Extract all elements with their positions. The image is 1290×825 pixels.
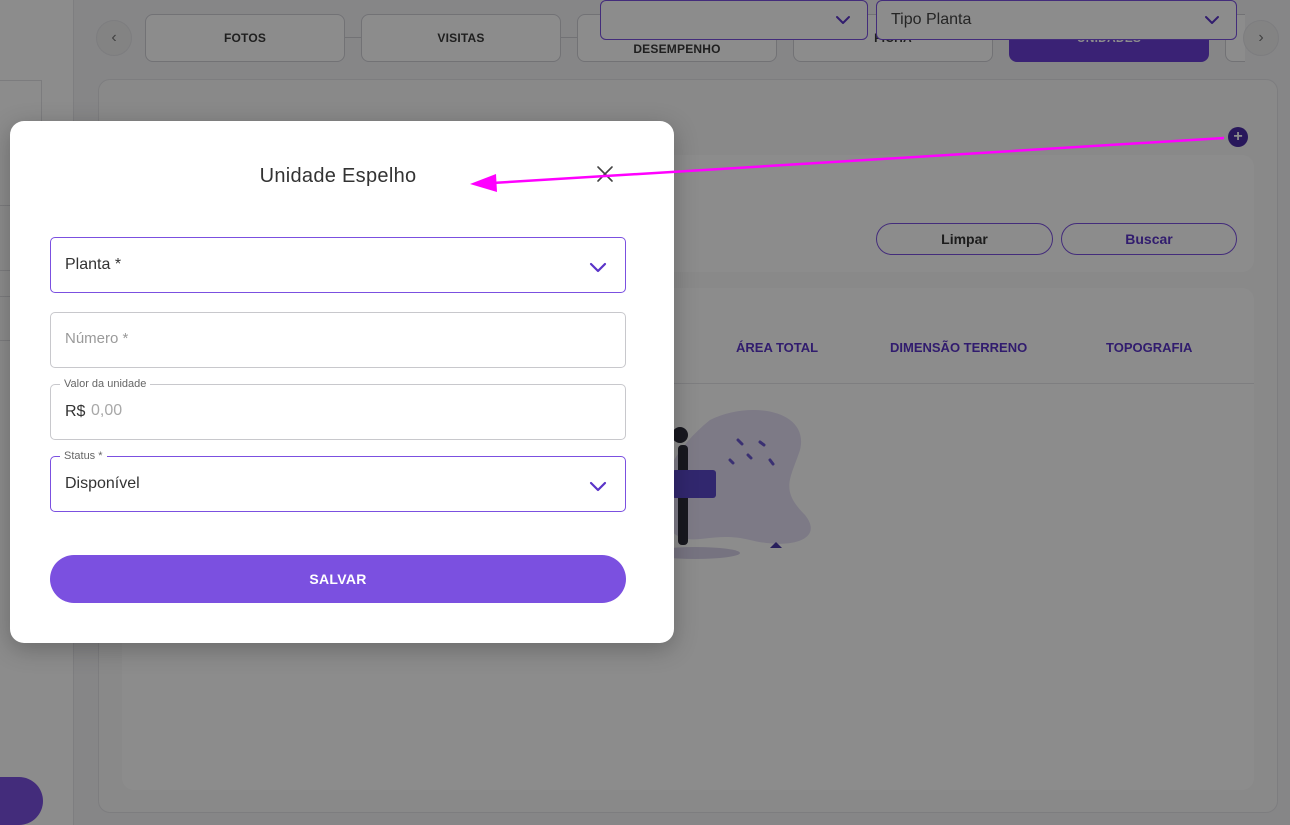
close-icon[interactable] (594, 163, 616, 185)
planta-select[interactable]: Planta * (50, 237, 626, 293)
valor-legend: Valor da unidade (60, 377, 151, 391)
chevron-down-icon (589, 262, 607, 273)
status-select[interactable]: Status * Disponível (50, 449, 626, 512)
numero-input[interactable] (65, 330, 605, 347)
valor-input[interactable] (91, 402, 391, 420)
valor-field: Valor da unidade R$ (50, 377, 626, 440)
save-button[interactable]: SALVAR (50, 555, 626, 603)
unidade-espelho-modal: Unidade Espelho Planta * Valor da unidad… (10, 121, 674, 643)
status-value: Disponível (65, 475, 140, 492)
currency-prefix: R$ (65, 403, 86, 420)
modal-title: Unidade Espelho (259, 165, 417, 187)
chevron-down-icon (589, 481, 607, 492)
planta-select-label: Planta * (65, 256, 122, 273)
status-legend: Status * (60, 449, 107, 463)
numero-field (50, 312, 626, 368)
